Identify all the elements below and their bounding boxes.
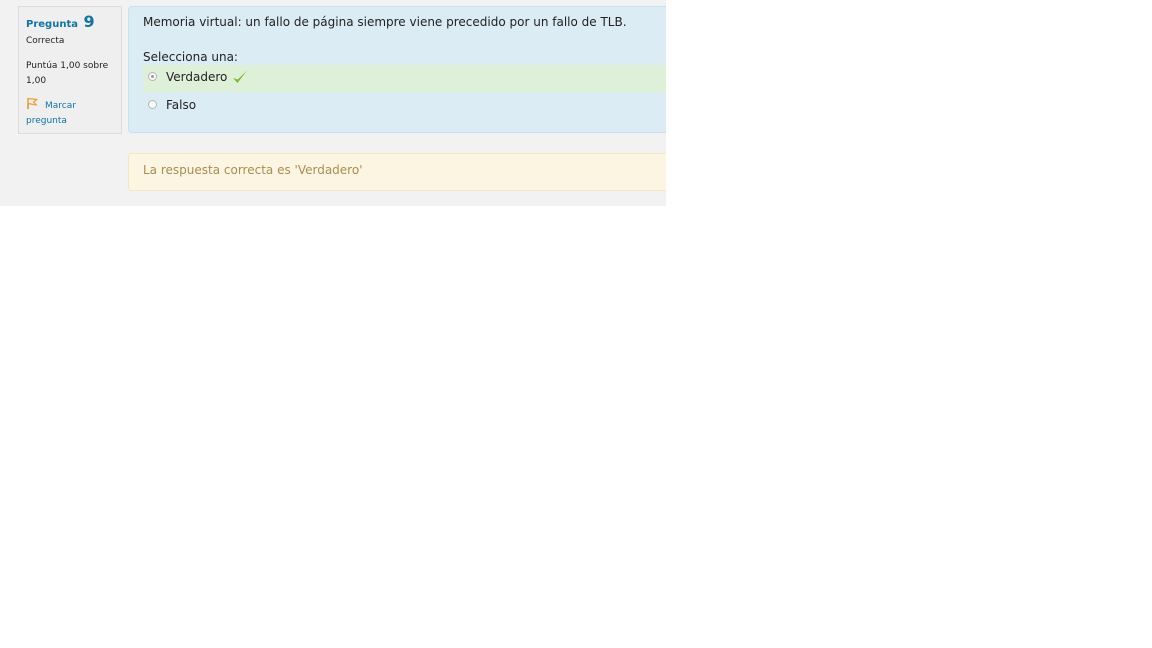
question-feedback: La respuesta correcta es 'Verdadero'	[128, 153, 666, 191]
right-answer-text: La respuesta correcta es 'Verdadero'	[143, 163, 363, 177]
question-number-heading: Pregunta 9	[26, 13, 114, 34]
question-text: Memoria virtual: un fallo de página siem…	[143, 15, 627, 29]
flag-icon	[26, 97, 40, 110]
question-state: Correcta	[26, 36, 65, 46]
answer-radio-falso[interactable]	[148, 100, 157, 109]
quiz-question-area: Pregunta 9 Correcta Puntúa 1,00 sobre 1,…	[0, 0, 666, 206]
flag-question-link[interactable]: Marcar pregunta	[26, 97, 114, 129]
answer-prompt: Selecciona una:	[143, 50, 238, 64]
answer-label-falso[interactable]: Falso	[166, 98, 196, 112]
answer-option-falso[interactable]: Falso	[143, 93, 666, 120]
answer-label-verdadero[interactable]: Verdadero	[166, 70, 227, 84]
answer-option-verdadero[interactable]: Verdadero	[143, 65, 666, 92]
answer-radio-verdadero[interactable]	[148, 72, 157, 81]
check-icon	[231, 68, 249, 86]
question-formulation: Memoria virtual: un fallo de página siem…	[128, 6, 666, 133]
question-grade: Puntúa 1,00 sobre 1,00	[26, 61, 109, 86]
question-label: Pregunta	[26, 19, 78, 30]
question-info-panel: Pregunta 9 Correcta Puntúa 1,00 sobre 1,…	[18, 6, 122, 134]
question-number: 9	[83, 12, 95, 31]
